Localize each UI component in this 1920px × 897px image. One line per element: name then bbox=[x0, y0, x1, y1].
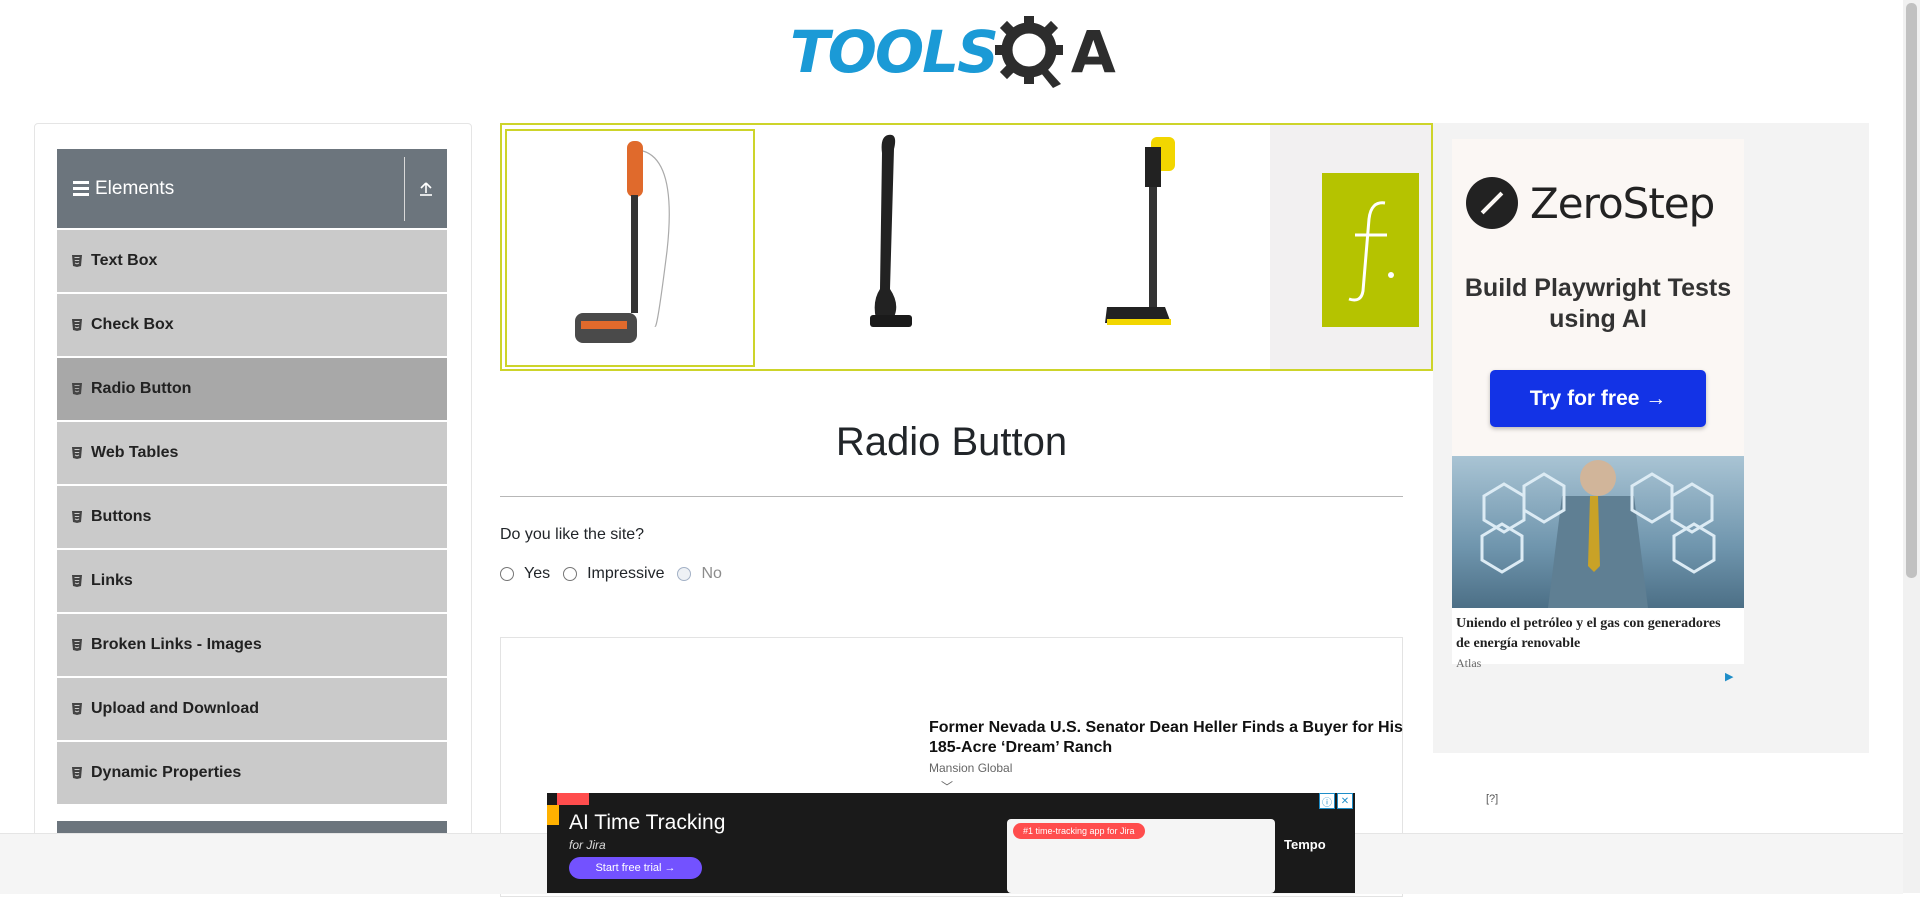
radio-label[interactable]: Impressive bbox=[587, 565, 664, 583]
menu-item-label: Buttons bbox=[91, 508, 152, 525]
menu-item-label: Broken Links - Images bbox=[91, 636, 262, 653]
f-logo-icon bbox=[1348, 201, 1394, 302]
radio-circle[interactable] bbox=[500, 567, 514, 581]
html5-icon bbox=[72, 575, 82, 587]
menu-item-radio-button[interactable]: Radio Button bbox=[57, 358, 447, 420]
html5-icon bbox=[72, 447, 82, 459]
menu-item-links[interactable]: Links bbox=[57, 550, 447, 612]
right-side-ad[interactable]: ZeroStep Build Playwright Tests using AI… bbox=[1433, 123, 1869, 753]
ad-info-link[interactable]: [?] bbox=[1486, 793, 1498, 805]
start-free-trial-button[interactable]: Start free trial → bbox=[569, 857, 702, 879]
product-slot[interactable] bbox=[505, 129, 755, 367]
html5-icon bbox=[72, 767, 82, 779]
gear-q-icon bbox=[994, 16, 1063, 88]
info-icon[interactable]: ⓘ bbox=[1319, 793, 1335, 809]
title-divider bbox=[500, 496, 1403, 497]
radio-label: No bbox=[701, 565, 722, 582]
menu-item-label: Radio Button bbox=[91, 380, 192, 397]
html5-icon bbox=[72, 703, 82, 715]
left-sidebar: Elements Text Box Check Box Radio Button… bbox=[34, 123, 472, 845]
caption-title[interactable]: Uniendo el petróleo y el gas con generad… bbox=[1456, 614, 1736, 654]
close-icon[interactable]: ✕ bbox=[1337, 793, 1353, 809]
accent-shape bbox=[557, 793, 589, 805]
menu-item-label: Upload and Download bbox=[91, 700, 259, 717]
radio-impressive[interactable]: Impressive bbox=[563, 565, 664, 583]
menu-item-web-tables[interactable]: Web Tables bbox=[57, 422, 447, 484]
radio-no: No bbox=[677, 565, 722, 583]
group-title: Elements bbox=[95, 177, 175, 199]
zerostep-ad[interactable]: ZeroStep Build Playwright Tests using AI… bbox=[1452, 139, 1744, 683]
zerostep-icon bbox=[1466, 177, 1518, 229]
html5-icon bbox=[72, 639, 82, 651]
menu-item-buttons[interactable]: Buttons bbox=[57, 486, 447, 548]
product-banner-ad[interactable] bbox=[500, 123, 1433, 371]
accent-shape bbox=[547, 805, 559, 825]
radio-label[interactable]: Yes bbox=[524, 565, 550, 583]
energy-image[interactable] bbox=[1452, 456, 1744, 608]
menu-item-text-box[interactable]: Text Box bbox=[57, 230, 447, 292]
html5-icon bbox=[72, 319, 82, 331]
bottom-ad-title: AI Time Tracking bbox=[569, 811, 726, 834]
radio-circle bbox=[677, 567, 692, 581]
elements-group-header[interactable]: Elements bbox=[57, 149, 447, 228]
radio-yes[interactable]: Yes bbox=[500, 565, 550, 583]
tempo-brand: Tempo bbox=[1284, 837, 1326, 852]
menu-item-label: Dynamic Properties bbox=[91, 764, 242, 781]
page-title: Radio Button bbox=[835, 420, 1068, 464]
menu-item-dynamic-properties[interactable]: Dynamic Properties bbox=[57, 742, 447, 804]
vacuum-image bbox=[1105, 137, 1175, 325]
vacuum-image bbox=[870, 134, 912, 327]
html5-icon bbox=[72, 383, 82, 395]
menu-item-label: Check Box bbox=[91, 316, 174, 333]
scrollbar-thumb[interactable] bbox=[1906, 3, 1917, 578]
try-for-free-button[interactable]: Try for free → bbox=[1490, 370, 1706, 427]
bottom-ad-pill: #1 time-tracking app for Jira bbox=[1013, 823, 1145, 839]
product-slot[interactable] bbox=[1015, 129, 1265, 367]
vacuum-image bbox=[575, 141, 670, 343]
caption-source: Atlas bbox=[1456, 656, 1482, 670]
page-scrollbar[interactable] bbox=[1903, 0, 1920, 893]
renewable-energy-illustration bbox=[1480, 460, 1716, 608]
radio-group: Yes Impressive No bbox=[500, 565, 735, 583]
menu-item-label: Links bbox=[91, 572, 133, 589]
menu-item-label: Web Tables bbox=[91, 444, 179, 461]
zerostep-logo: ZeroStep bbox=[1466, 177, 1715, 229]
logo-text-a: A bbox=[1070, 18, 1116, 86]
logo-text: TOOLS bbox=[790, 18, 999, 86]
product-slot[interactable] bbox=[760, 129, 1010, 367]
brand-panel[interactable] bbox=[1270, 125, 1431, 369]
ad-source: Mansion Global bbox=[929, 761, 1013, 775]
menu-item-broken-links[interactable]: Broken Links - Images bbox=[57, 614, 447, 676]
ad-close-controls[interactable]: ⓘ ✕ bbox=[1319, 793, 1353, 809]
ad-caption[interactable]: Uniendo el petróleo y el gas con generad… bbox=[1452, 608, 1744, 670]
html5-icon bbox=[72, 255, 82, 267]
bottom-sticky-ad[interactable]: AI Time Tracking for Jira Start free tri… bbox=[547, 793, 1355, 893]
elements-menu: Text Box Check Box Radio Button Web Tabl… bbox=[57, 230, 447, 806]
question-text: Do you like the site? bbox=[500, 526, 645, 543]
zerostep-name: ZeroStep bbox=[1530, 178, 1715, 228]
radio-circle[interactable] bbox=[563, 567, 578, 581]
adchoices-icon[interactable]: ▶ bbox=[1725, 670, 1733, 683]
menu-item-label: Text Box bbox=[91, 252, 158, 269]
ad-headline[interactable]: Former Nevada U.S. Senator Dean Heller F… bbox=[929, 718, 1409, 758]
brand-logo bbox=[1322, 173, 1419, 327]
bottom-ad-subtitle: for Jira bbox=[569, 838, 606, 852]
arrow-up-icon bbox=[420, 181, 432, 196]
menu-item-upload-download[interactable]: Upload and Download bbox=[57, 678, 447, 740]
zerostep-subtitle: Build Playwright Tests using AI bbox=[1464, 274, 1732, 333]
html5-icon bbox=[72, 511, 82, 523]
hamburger-icon bbox=[73, 181, 89, 196]
toolsqa-logo[interactable]: TOOLS A bbox=[790, 14, 1116, 90]
collapse-toggle[interactable] bbox=[405, 181, 447, 197]
menu-item-check-box[interactable]: Check Box bbox=[57, 294, 447, 356]
